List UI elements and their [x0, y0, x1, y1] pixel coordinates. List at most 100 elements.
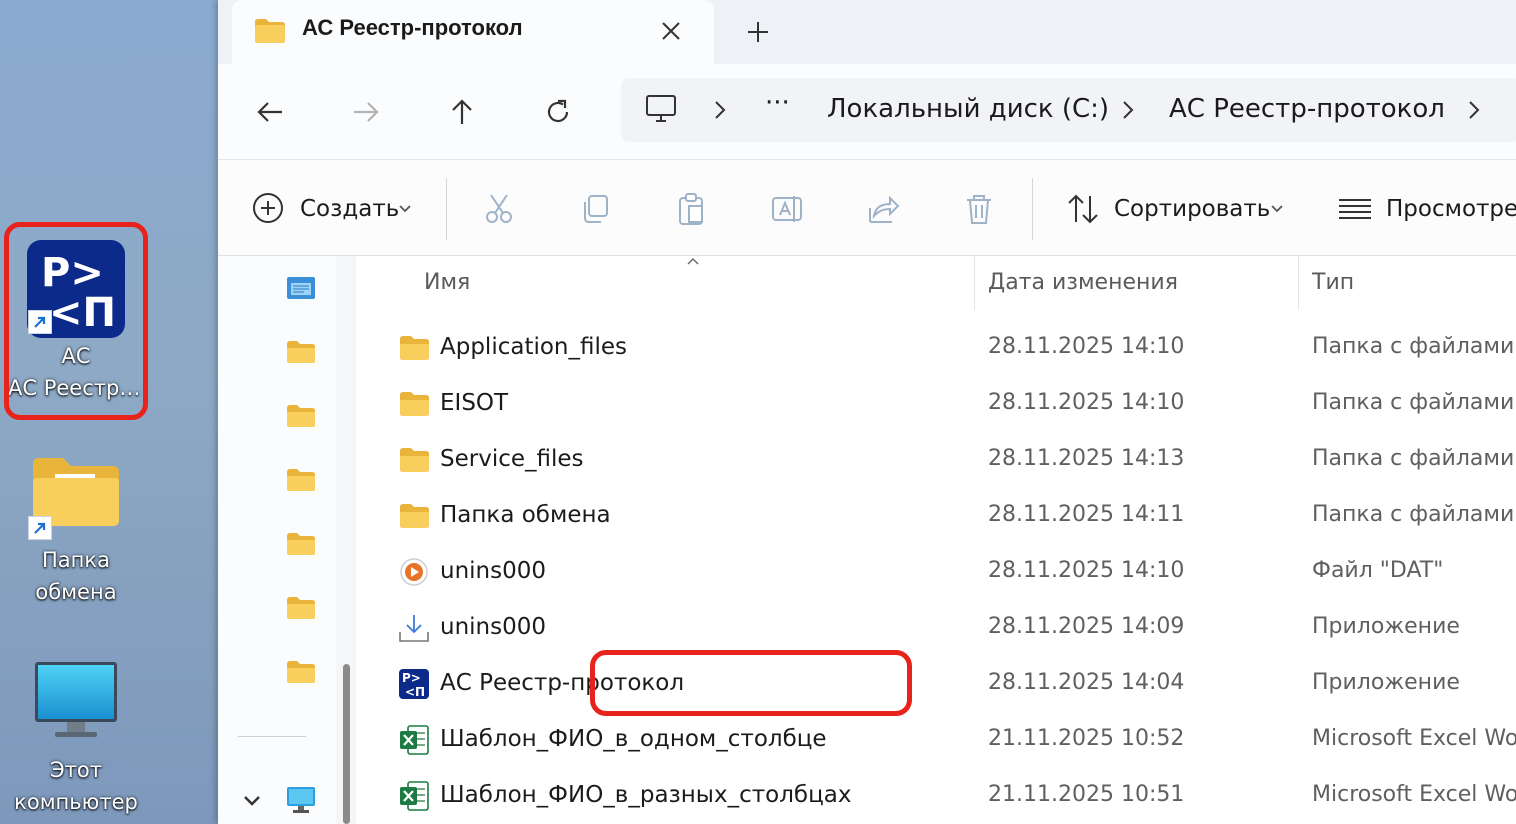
plus-circle-icon [253, 193, 283, 223]
desktop-icon-label: Этот [50, 758, 102, 782]
chevron-right-icon [715, 101, 726, 119]
share-icon[interactable] [866, 192, 900, 226]
view-list-icon [1339, 199, 1371, 219]
delete-icon[interactable] [962, 192, 996, 226]
refresh-button[interactable] [540, 94, 576, 130]
file-row[interactable]: unins000 28.11.2025 14:10 Файл "DAT" [358, 544, 1516, 600]
column-separator[interactable] [974, 256, 975, 310]
folder-icon[interactable] [286, 532, 316, 556]
file-name: EISOT [440, 390, 509, 416]
file-type: Папка с файлами [1312, 446, 1515, 471]
file-row[interactable]: EISOT 28.11.2025 14:10 Папка с файлами [358, 376, 1516, 432]
chevron-down-icon [1271, 205, 1283, 213]
chevron-right-icon [1123, 101, 1134, 119]
file-type: Microsoft Excel Wo [1312, 726, 1516, 751]
file-row-app-executable[interactable]: P> <П АС Реестр-протокол 28.11.2025 14:0… [358, 656, 1516, 712]
chevron-down-icon [399, 205, 411, 213]
chevron-right-icon [1469, 101, 1480, 119]
arrow-up-icon [452, 99, 472, 124]
file-type: Папка с файлами [1312, 334, 1515, 359]
column-header-type[interactable]: Тип [1312, 270, 1354, 295]
breadcrumb-current-folder[interactable]: АС Реестр-протокол [1169, 94, 1445, 124]
chevron-down-icon[interactable] [242, 794, 262, 808]
breadcrumb-more[interactable]: ··· [765, 88, 790, 118]
breadcrumb-local-disk[interactable]: Локальный диск (C:) [827, 94, 1109, 124]
nav-pane-divider [238, 736, 306, 737]
arrow-right-icon [354, 102, 379, 122]
sort-ascending-icon [687, 258, 699, 265]
column-header-date[interactable]: Дата изменения [988, 270, 1178, 295]
file-name: Service_files [440, 446, 584, 472]
refresh-icon [547, 99, 569, 123]
file-date: 21.11.2025 10:52 [988, 726, 1185, 751]
copy-icon[interactable] [578, 192, 612, 226]
desktop-icon-label: обмена [35, 580, 117, 604]
back-button[interactable] [252, 94, 288, 130]
folder-icon [400, 448, 429, 472]
file-type: Microsoft Excel Wo [1312, 782, 1516, 807]
file-row[interactable]: Service_files 28.11.2025 14:13 Папка с ф… [358, 432, 1516, 488]
navigation-bar: ··· Локальный диск (C:) АС Реестр-проток… [218, 64, 1516, 160]
folder-icon[interactable] [286, 340, 316, 364]
column-separator[interactable] [1298, 256, 1299, 310]
forward-button[interactable] [348, 94, 384, 130]
this-pc-icon[interactable] [286, 786, 316, 814]
file-type: Папка с файлами [1312, 502, 1515, 527]
desktop-icon-label: Папка [42, 548, 110, 572]
desktop-icon-exchange-folder[interactable]: Папка обмена [8, 454, 144, 608]
up-button[interactable] [444, 94, 480, 130]
tab-strip: АС Реестр-протокол [218, 0, 1516, 64]
sort-button[interactable]: Сортировать [1064, 160, 1294, 256]
file-date: 28.11.2025 14:09 [988, 614, 1185, 639]
svg-text:<П: <П [405, 685, 425, 699]
desktop: P> <П АС АС Реестр-пр... Папка обмена [0, 0, 218, 824]
close-icon[interactable] [660, 20, 682, 42]
view-button[interactable]: Просмотреть [1336, 160, 1516, 256]
monitor-icon [35, 662, 117, 737]
file-name: Шаблон_ФИО_в_одном_столбце [440, 726, 827, 752]
address-bar[interactable]: ··· Локальный диск (C:) АС Реестр-проток… [621, 78, 1516, 142]
folder-icon[interactable] [286, 404, 316, 428]
file-row[interactable]: Application_files 28.11.2025 14:10 Папка… [358, 320, 1516, 376]
file-date: 28.11.2025 14:10 [988, 390, 1185, 415]
file-row[interactable]: Папка обмена 28.11.2025 14:11 Папка с фа… [358, 488, 1516, 544]
desktop-icon-this-pc[interactable]: Этот компьютер [8, 660, 144, 818]
file-date: 21.11.2025 10:51 [988, 782, 1185, 807]
file-date: 28.11.2025 14:10 [988, 558, 1185, 583]
file-explorer-window: АС Реестр-протокол ··· Локальный диск (C… [218, 0, 1516, 824]
nav-pane-scrollbar-thumb[interactable] [343, 664, 350, 824]
installer-icon [399, 615, 429, 642]
highlight-frame [590, 650, 912, 716]
file-row[interactable]: Шаблон_ФИО_в_одном_столбце 21.11.2025 10… [358, 712, 1516, 768]
create-label: Создать [300, 196, 400, 222]
folder-icon [400, 392, 429, 416]
new-tab-icon[interactable] [746, 20, 770, 44]
arrow-left-icon [257, 102, 282, 122]
cut-icon[interactable] [482, 192, 516, 226]
view-label: Просмотреть [1386, 196, 1516, 222]
monitor-icon [646, 95, 676, 122]
folder-icon[interactable] [286, 596, 316, 620]
file-type: Папка с файлами [1312, 390, 1515, 415]
paste-icon[interactable] [674, 192, 708, 226]
file-type: Приложение [1312, 614, 1460, 639]
file-row[interactable]: unins000 28.11.2025 14:09 Приложение [358, 600, 1516, 656]
folder-icon[interactable] [286, 468, 316, 492]
folder-icon [400, 336, 429, 360]
file-name: unins000 [440, 614, 547, 640]
create-button[interactable]: Создать [248, 160, 418, 256]
rename-icon[interactable] [770, 192, 804, 226]
documents-folder-icon[interactable] [286, 276, 316, 300]
file-name: Папка обмена [440, 502, 611, 528]
file-name: Шаблон_ФИО_в_разных_столбцах [440, 782, 852, 808]
file-type: Файл "DAT" [1312, 558, 1444, 583]
folder-icon [255, 19, 285, 43]
folder-icon[interactable] [286, 660, 316, 684]
desktop-icon-label: компьютер [14, 790, 138, 814]
file-date: 28.11.2025 14:13 [988, 446, 1185, 471]
tab-current-folder[interactable]: АС Реестр-протокол [232, 0, 714, 64]
file-row[interactable]: Шаблон_ФИО_в_разных_столбцах 21.11.2025 … [358, 768, 1516, 824]
excel-icon [400, 781, 429, 811]
toolbar-separator [446, 178, 447, 240]
column-header-name[interactable]: Имя [424, 270, 470, 295]
